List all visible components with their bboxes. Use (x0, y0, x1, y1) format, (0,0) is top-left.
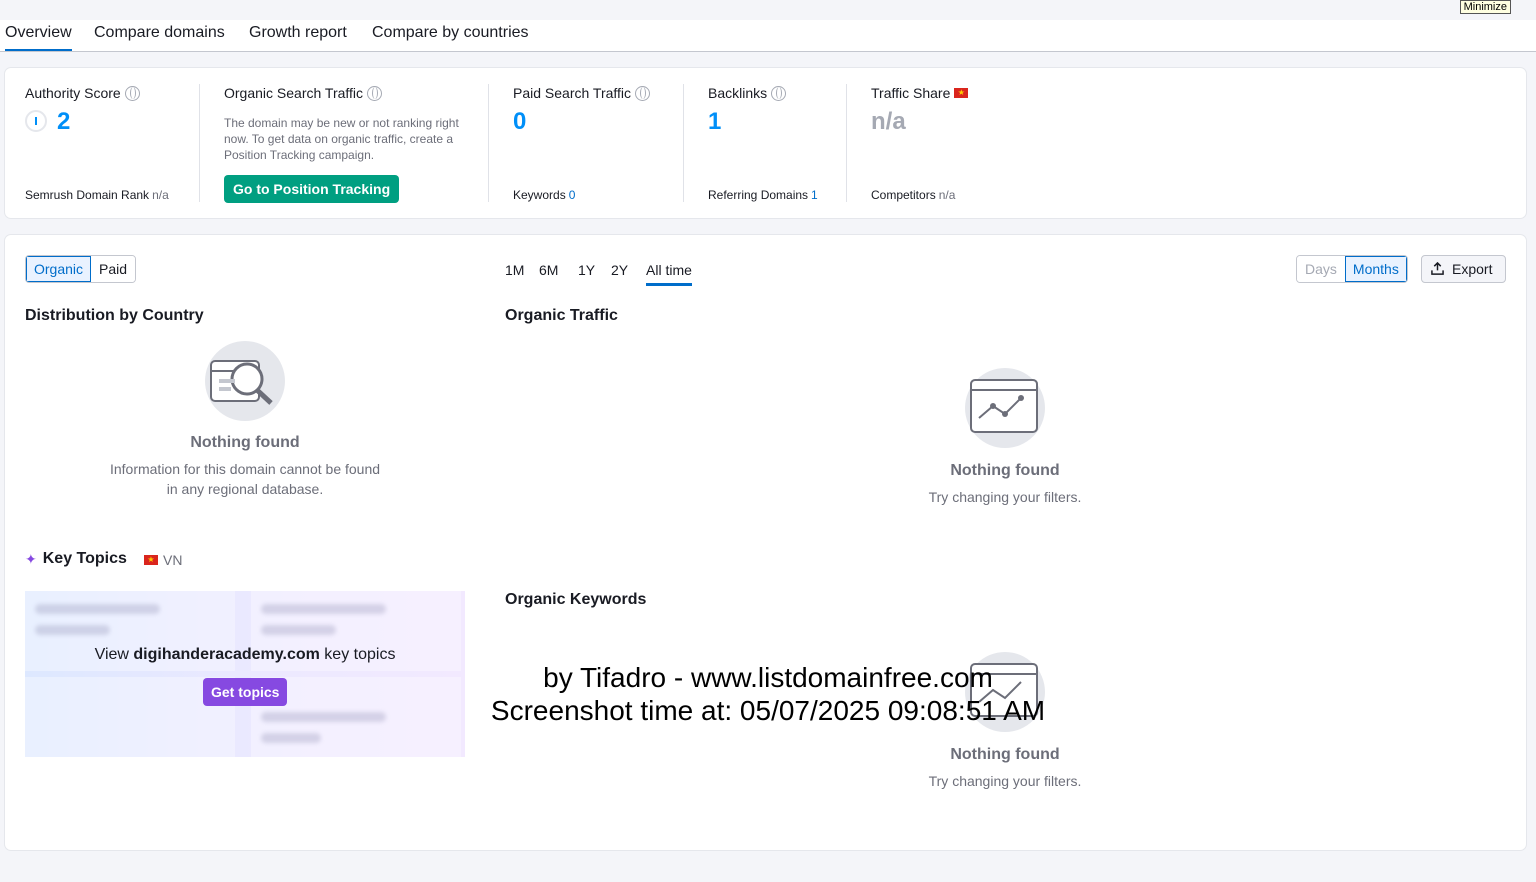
metric-divider (683, 84, 684, 202)
organic-traffic-nothing-found-text: Try changing your filters. (928, 489, 1082, 505)
watermark-line-1: by Tifadro - www.listdomainfree.com (543, 662, 993, 693)
watermark-line-2: Screenshot time at: 05/07/2025 09:08:51 … (490, 695, 1046, 726)
metric-divider (846, 84, 847, 202)
paid-search-traffic-metric: Paid Search Traffic 0 Keywords 0 (513, 68, 683, 218)
organic-traffic-label-text: Organic Search Traffic (224, 85, 364, 101)
minimize-tooltip: Minimize (1459, 0, 1511, 14)
organic-keywords-nothing-found: Nothing found (950, 746, 1060, 763)
main-report-card: Organic Paid 1M 6M 1Y 2Y All time Days M… (5, 235, 1526, 850)
vietnam-flag-icon: ★ (144, 555, 158, 565)
referring-domains: Referring Domains 1 (708, 188, 818, 202)
paid-traffic-value[interactable]: 0 (513, 108, 526, 136)
authority-score-value[interactable]: 2 (57, 108, 70, 136)
period-all-time[interactable]: All time (646, 262, 692, 286)
organic-search-traffic-metric: Organic Search Traffic The domain may be… (224, 68, 489, 218)
source-toggle: Organic Paid (25, 255, 137, 283)
organic-toggle[interactable]: Organic (26, 256, 92, 282)
referring-domains-label: Referring Domains (708, 188, 809, 202)
chart-illustration-icon (965, 368, 1045, 448)
report-tabs: Overview Compare domains Growth report C… (0, 20, 1536, 52)
paid-traffic-label: Paid Search Traffic (513, 85, 651, 101)
backlinks-metric: Backlinks 1 Referring Domains 1 (708, 68, 848, 218)
traffic-share-metric: Traffic Share ★ n/a Competitors n/a (871, 68, 1071, 218)
view-suffix: key topics (324, 646, 396, 663)
export-label: Export (1452, 261, 1493, 277)
authority-score-label: Authority Score (25, 85, 140, 101)
paid-keywords-value[interactable]: 0 (569, 188, 576, 202)
period-1y[interactable]: 1Y (578, 262, 595, 283)
competitors-value: n/a (938, 188, 956, 202)
view-prefix: View (94, 646, 129, 663)
tab-overview[interactable]: Overview (5, 22, 72, 51)
organic-traffic-label: Organic Search Traffic (224, 85, 383, 101)
go-to-position-tracking-button[interactable]: Go to Position Tracking (224, 175, 400, 203)
metric-divider (199, 84, 200, 202)
semrush-domain-rank: Semrush Domain Rank n/a (25, 188, 169, 202)
topics-domain: digihanderacademy.com (133, 646, 320, 663)
metrics-card: Authority Score 2 Semrush Domain Rank n/a… (5, 68, 1526, 218)
authority-score-label-text: Authority Score (25, 85, 121, 101)
backlinks-label-text: Backlinks (708, 85, 768, 101)
vietnam-flag-icon: ★ (954, 88, 969, 98)
blurred-line (35, 625, 110, 635)
backlinks-label: Backlinks (708, 85, 787, 101)
blurred-line (261, 625, 336, 635)
tab-growth-report[interactable]: Growth report (249, 22, 347, 49)
days-toggle: Days (1297, 256, 1345, 282)
info-globe-icon[interactable] (124, 85, 140, 101)
domain-rank-value: n/a (152, 188, 169, 202)
competitors: Competitors n/a (871, 188, 955, 202)
blurred-line (261, 733, 321, 743)
distribution-nothing-found-text: Information for this domain cannot be fo… (109, 461, 381, 497)
paid-keywords-label: Keywords (513, 188, 566, 202)
info-globe-icon[interactable] (635, 85, 651, 101)
organic-traffic-nothing-found: Nothing found (950, 462, 1060, 479)
distribution-by-country-title: Distribution by Country (25, 307, 204, 324)
window-top-bar: Minimize (0, 0, 1536, 20)
tab-compare-domains[interactable]: Compare domains (94, 22, 225, 49)
paid-toggle[interactable]: Paid (91, 256, 136, 282)
domain-rank-label: Semrush Domain Rank (25, 188, 150, 202)
info-globe-icon[interactable] (367, 85, 383, 101)
blurred-line (35, 604, 160, 614)
competitors-label: Competitors (871, 188, 936, 202)
organic-traffic-description: The domain may be new or not ranking rig… (224, 116, 459, 162)
months-toggle[interactable]: Months (1344, 256, 1407, 282)
upload-icon (1431, 262, 1444, 275)
paid-traffic-label-text: Paid Search Traffic (513, 85, 632, 101)
paid-keywords: Keywords 0 (513, 188, 575, 202)
metric-divider (488, 84, 489, 202)
traffic-share-value: n/a (871, 108, 906, 135)
backlinks-value[interactable]: 1 (708, 108, 721, 136)
tab-compare-by-countries[interactable]: Compare by countries (372, 22, 529, 49)
period-6m[interactable]: 6M (539, 262, 558, 283)
key-topics-title-text: Key Topics (42, 550, 127, 567)
info-globe-icon[interactable] (771, 85, 787, 101)
distribution-nothing-found: Nothing found (190, 434, 300, 451)
magnifier-illustration-icon (205, 341, 285, 421)
sparkle-icon: ✦ (25, 550, 37, 567)
blurred-line (261, 604, 386, 614)
key-topics-region[interactable]: ★ VN (144, 552, 182, 568)
organic-traffic-title: Organic Traffic (505, 307, 618, 324)
traffic-share-label-text: Traffic Share (871, 85, 951, 101)
organic-keywords-nothing-found-text: Try changing your filters. (928, 773, 1082, 789)
export-button[interactable]: Export (1421, 255, 1506, 283)
key-topics-title: ✦ Key Topics (25, 550, 127, 568)
key-topics-region-code: VN (163, 552, 183, 568)
period-1m[interactable]: 1M (505, 262, 524, 283)
period-2y[interactable]: 2Y (611, 262, 628, 283)
referring-domains-value[interactable]: 1 (811, 188, 818, 202)
traffic-share-label: Traffic Share ★ (871, 85, 969, 101)
authority-score-metric: Authority Score 2 Semrush Domain Rank n/a (25, 68, 200, 218)
granularity-toggle: Days Months (1296, 255, 1408, 283)
authority-score-ring-icon (25, 110, 47, 132)
organic-keywords-title: Organic Keywords (505, 591, 647, 608)
